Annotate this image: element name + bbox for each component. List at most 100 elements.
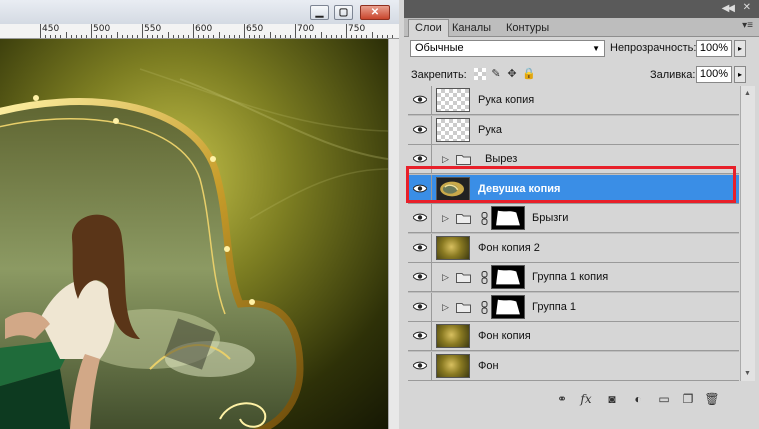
ruler-tick bbox=[284, 35, 286, 38]
visibility-toggle[interactable] bbox=[408, 351, 432, 381]
close-panel-icon[interactable]: ✕ bbox=[743, 2, 751, 13]
eye-icon bbox=[413, 154, 427, 163]
ruler-tick bbox=[198, 35, 200, 38]
ruler-tick bbox=[391, 35, 393, 38]
layers-scrollbar[interactable]: ▲ ▼ bbox=[740, 86, 755, 381]
folder-icon bbox=[456, 213, 471, 224]
layer-row[interactable]: Рука копия bbox=[408, 86, 739, 115]
selection-highlight-frame bbox=[406, 166, 736, 203]
layer-thumbnail[interactable] bbox=[436, 88, 470, 112]
ruler-tick bbox=[376, 35, 378, 38]
ruler-tick bbox=[152, 35, 154, 38]
eye-icon bbox=[413, 302, 427, 310]
lock-position-icon[interactable]: ✥ bbox=[506, 68, 518, 80]
ruler-tick bbox=[300, 35, 302, 38]
tab-paths[interactable]: Контуры bbox=[500, 20, 555, 36]
opacity-input[interactable]: 100% bbox=[696, 40, 732, 57]
maximize-icon: ▢ bbox=[338, 7, 349, 18]
ruler-tick bbox=[136, 35, 138, 38]
ruler-label: 700 bbox=[297, 24, 315, 34]
ruler-tick bbox=[157, 35, 159, 38]
ruler-tick bbox=[203, 35, 205, 38]
layer-row[interactable]: Фон bbox=[408, 351, 739, 381]
ruler-tick bbox=[228, 35, 230, 38]
ruler-tick bbox=[70, 35, 72, 38]
panel-tabs: Слои Каналы Контуры ▾≡ bbox=[404, 18, 759, 37]
add-mask-icon[interactable]: ◙ bbox=[604, 392, 620, 406]
expand-group-icon[interactable]: ▷ bbox=[442, 302, 449, 313]
layer-mask-thumbnail[interactable] bbox=[491, 265, 525, 289]
maximize-button[interactable]: ▢ bbox=[334, 5, 353, 20]
visibility-toggle[interactable] bbox=[408, 204, 432, 233]
eye-icon bbox=[413, 243, 427, 251]
layer-row[interactable]: Фон копия bbox=[408, 322, 739, 351]
eye-icon bbox=[413, 125, 427, 133]
visibility-toggle[interactable] bbox=[408, 86, 432, 115]
visibility-toggle[interactable] bbox=[408, 233, 432, 263]
layer-style-icon[interactable]: fx bbox=[578, 392, 594, 406]
ruler-tick bbox=[254, 35, 256, 38]
ruler-tick bbox=[264, 35, 266, 38]
panel-menu-icon[interactable]: ▾≡ bbox=[742, 20, 753, 31]
ruler-tick bbox=[182, 35, 184, 38]
ruler-tick bbox=[233, 35, 235, 38]
new-group-icon[interactable]: ▭ bbox=[656, 392, 672, 406]
vertical-scrollbar[interactable] bbox=[388, 39, 399, 429]
layer-row[interactable]: ▷ Группа 1 копия bbox=[408, 263, 739, 292]
layer-name: Рука bbox=[478, 123, 503, 136]
new-layer-icon[interactable]: ❐ bbox=[680, 392, 696, 406]
layer-row[interactable]: ▷ Группа 1 bbox=[408, 292, 739, 322]
canvas-artwork[interactable] bbox=[0, 39, 388, 429]
ruler-label: 650 bbox=[246, 24, 264, 34]
layer-row[interactable]: ▷ Брызги bbox=[408, 204, 739, 233]
visibility-toggle[interactable] bbox=[408, 292, 432, 322]
layer-thumbnail[interactable] bbox=[436, 353, 470, 378]
expand-group-icon[interactable]: ▷ bbox=[442, 213, 449, 224]
mask-link-icon[interactable] bbox=[481, 300, 488, 314]
minimize-button[interactable]: ▁ bbox=[310, 5, 329, 20]
delete-layer-icon[interactable]: 🗑 bbox=[704, 392, 720, 406]
visibility-toggle[interactable] bbox=[408, 322, 432, 351]
fill-input[interactable]: 100% bbox=[696, 66, 732, 83]
tab-channels[interactable]: Каналы bbox=[446, 20, 497, 36]
ruler-tick bbox=[289, 35, 291, 38]
ruler-tick bbox=[40, 24, 41, 38]
panel-header: ◀◀ ✕ bbox=[404, 0, 759, 18]
layer-thumbnail[interactable] bbox=[436, 324, 470, 348]
tab-layers[interactable]: Слои bbox=[408, 19, 449, 37]
expand-group-icon[interactable]: ▷ bbox=[442, 154, 449, 165]
ruler-tick bbox=[213, 35, 215, 38]
opacity-slider-button[interactable]: ▸ bbox=[734, 40, 746, 57]
ruler-tick bbox=[366, 35, 368, 38]
layer-mask-thumbnail[interactable] bbox=[491, 294, 525, 319]
ruler-tick bbox=[315, 35, 317, 38]
ruler-tick bbox=[356, 35, 358, 38]
close-button[interactable]: ✕ bbox=[360, 5, 390, 20]
ruler-tick bbox=[96, 35, 98, 38]
fill-slider-button[interactable]: ▸ bbox=[734, 66, 746, 83]
ruler-tick bbox=[60, 35, 62, 38]
mask-link-icon[interactable] bbox=[481, 212, 488, 225]
adjustment-layer-icon[interactable]: ◐ bbox=[630, 392, 646, 406]
visibility-toggle[interactable] bbox=[408, 115, 432, 145]
mask-link-icon[interactable] bbox=[481, 271, 488, 284]
expand-group-icon[interactable]: ▷ bbox=[442, 272, 449, 283]
lock-all-icon[interactable]: 🔒 bbox=[522, 68, 536, 80]
ruler-tick bbox=[223, 35, 225, 38]
collapse-icon[interactable]: ◀◀ bbox=[722, 3, 735, 14]
lock-paint-icon[interactable]: ✎ bbox=[490, 68, 502, 80]
ruler-tick bbox=[340, 35, 342, 38]
visibility-toggle[interactable] bbox=[408, 263, 432, 292]
layer-row[interactable]: Рука bbox=[408, 115, 739, 145]
blend-mode-select[interactable]: Обычные ▼ bbox=[410, 40, 605, 57]
link-layers-icon[interactable]: ⚭ bbox=[554, 392, 570, 406]
layer-row[interactable]: Фон копия 2 bbox=[408, 233, 739, 263]
folder-icon bbox=[456, 272, 471, 283]
layer-thumbnail[interactable] bbox=[436, 235, 470, 260]
ruler-tick bbox=[351, 35, 353, 38]
ruler-tick bbox=[55, 35, 57, 38]
layer-mask-thumbnail[interactable] bbox=[491, 206, 525, 230]
layer-thumbnail[interactable] bbox=[436, 117, 470, 142]
lock-transparency-icon[interactable] bbox=[474, 68, 486, 80]
ruler-label: 750 bbox=[348, 24, 366, 34]
